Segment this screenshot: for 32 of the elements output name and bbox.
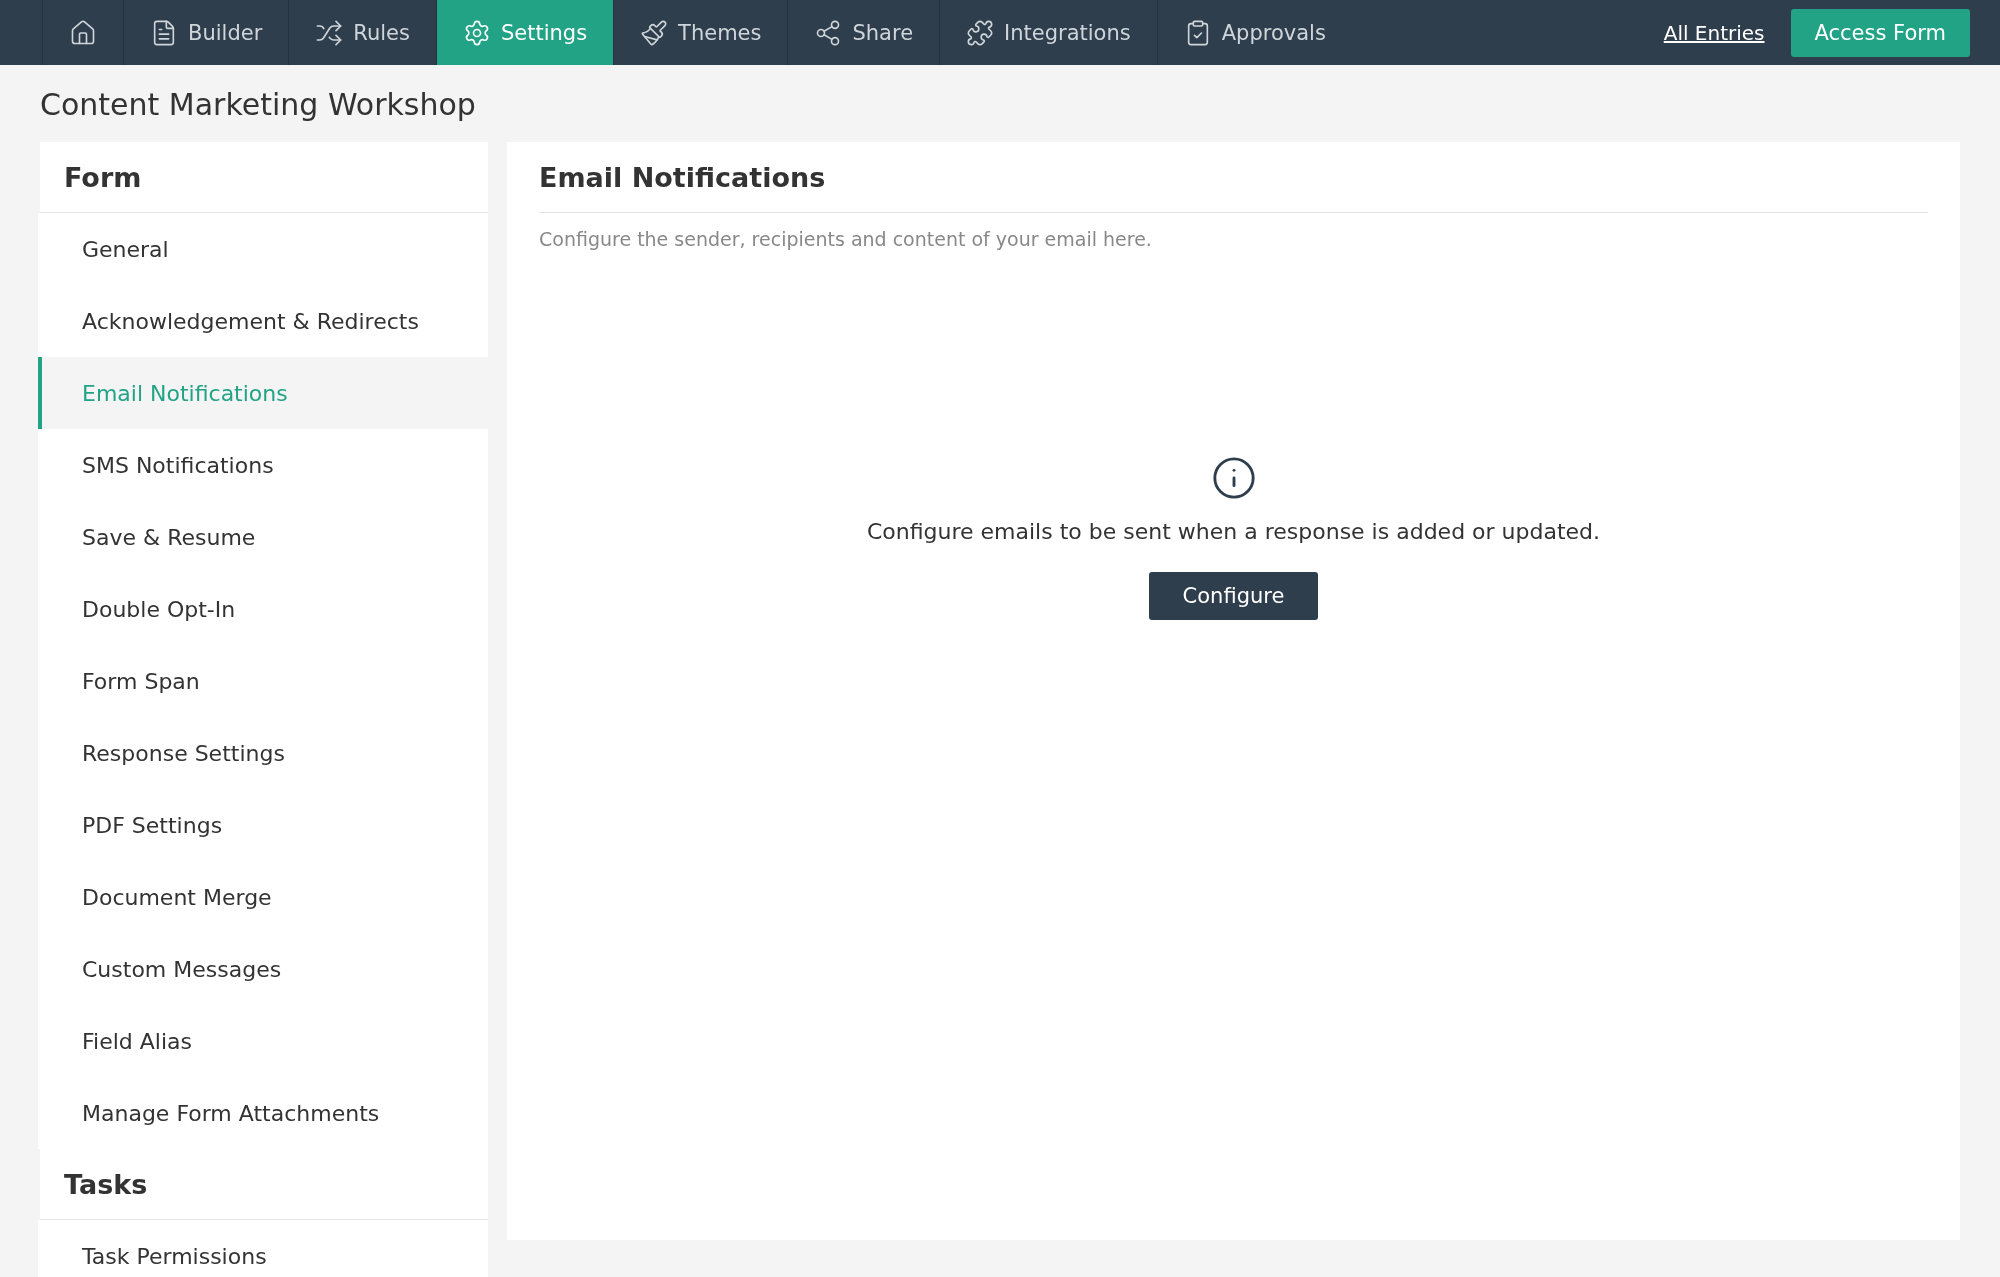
sidebar-section-title: Form — [40, 142, 488, 213]
shuffle-icon — [315, 18, 344, 47]
nav-tab[interactable]: Themes — [613, 0, 788, 65]
sidebar-item[interactable]: Double Opt-In — [38, 573, 488, 645]
puzzle-icon — [966, 18, 995, 47]
sidebar-item[interactable]: Custom Messages — [38, 933, 488, 1005]
sidebar-item[interactable]: Field Alias — [38, 1005, 488, 1077]
panel-title: Email Notifications — [539, 142, 1928, 213]
sidebar-item[interactable]: Task Permissions — [38, 1220, 488, 1277]
sidebar-item[interactable]: Response Settings — [38, 717, 488, 789]
configure-button[interactable]: Configure — [1148, 572, 1319, 620]
sidebar-item[interactable]: Document Merge — [38, 861, 488, 933]
empty-message: Configure emails to be sent when a response is added or updated. — [866, 519, 1601, 544]
nav-tab[interactable]: Builder — [123, 0, 289, 65]
nav-tab[interactable]: Share — [787, 0, 940, 65]
sidebar-item[interactable]: SMS Notifications — [38, 429, 488, 501]
home-icon — [69, 18, 97, 47]
brush-icon — [640, 18, 669, 47]
all-entries-link[interactable]: All Entries — [1663, 20, 1765, 45]
sidebar-item[interactable]: General — [38, 213, 488, 285]
sidebar-section-title: Tasks — [40, 1149, 488, 1220]
nav-tab[interactable]: Integrations — [939, 0, 1157, 65]
panel-subtitle: Configure the sender, recipients and content of your email here. — [539, 228, 1153, 250]
info-icon — [1210, 455, 1257, 501]
sidebar-item[interactable]: PDF Settings — [38, 789, 488, 861]
sidebar-item[interactable]: Form Span — [38, 645, 488, 717]
nav-tab[interactable]: Approvals — [1156, 0, 1352, 65]
sidebar-item[interactable]: Save & Resume — [38, 501, 488, 573]
page-title: Content Marketing Workshop — [39, 86, 477, 124]
sidebar-item[interactable]: Manage Form Attachments — [38, 1077, 488, 1149]
sidebar-item[interactable]: Acknowledgement & Redirects — [38, 285, 488, 357]
nav-tab[interactable]: Rules — [288, 0, 436, 65]
